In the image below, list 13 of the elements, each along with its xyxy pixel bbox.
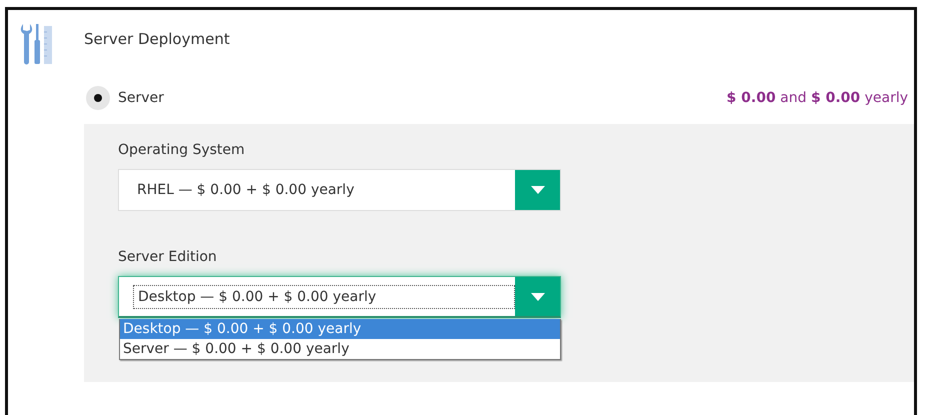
field-label: Operating System xyxy=(118,142,246,158)
caret-icon xyxy=(530,186,544,194)
price-summary: $ 0.00 and $ 0.00 yearly xyxy=(726,90,908,106)
dropdown-option[interactable]: Server — $ 0.00 + $ 0.00 yearly xyxy=(120,339,560,359)
radio-button[interactable] xyxy=(86,86,110,110)
dropdown-select[interactable]: RHEL — $ 0.00 + $ 0.00 yearly xyxy=(118,169,561,211)
dropdown-option[interactable]: Desktop — $ 0.00 + $ 0.00 yearly xyxy=(120,319,560,339)
caret-icon xyxy=(530,292,544,300)
field-label: Server Edition xyxy=(118,249,218,265)
dropdown-select[interactable]: Desktop — $ 0.00 + $ 0.00 yearly xyxy=(118,276,561,318)
tools-icon xyxy=(20,22,54,66)
section-title: Server Deployment xyxy=(84,30,230,48)
radio-label[interactable]: Server xyxy=(118,90,164,106)
